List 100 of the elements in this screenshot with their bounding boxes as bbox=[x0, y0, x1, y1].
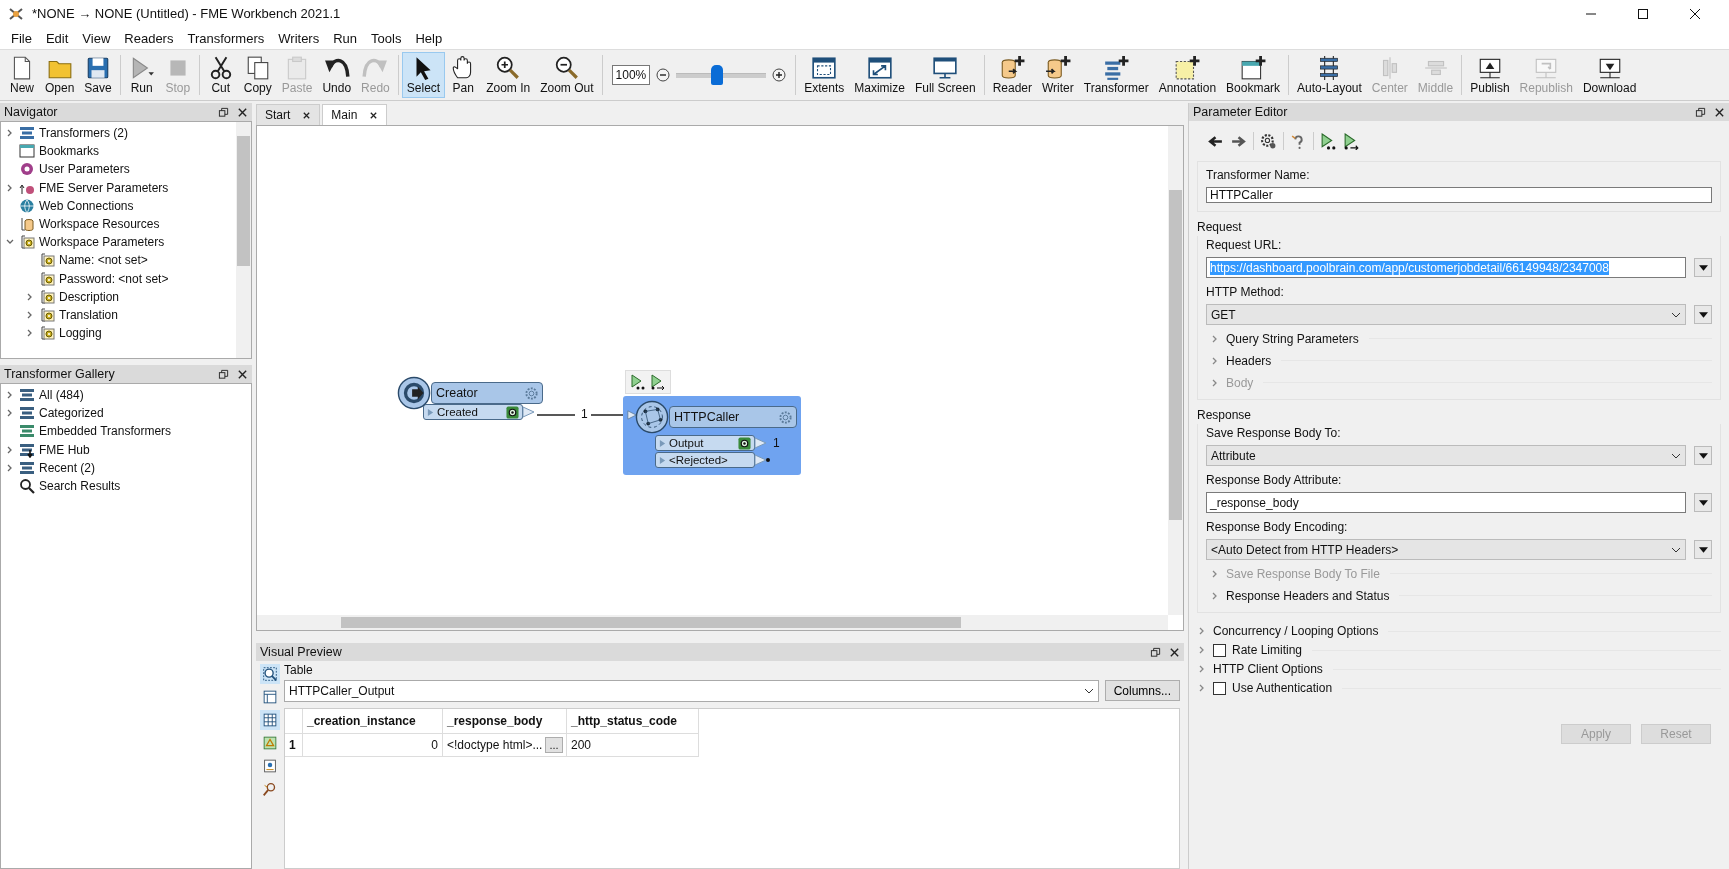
caret-icon[interactable] bbox=[1671, 452, 1681, 459]
zoom-slider[interactable] bbox=[676, 65, 767, 85]
close-icon[interactable] bbox=[1169, 646, 1180, 658]
scrollbar-thumb[interactable] bbox=[1169, 190, 1182, 520]
restore-icon[interactable] bbox=[218, 106, 229, 118]
section-label[interactable]: Concurrency / Looping Options bbox=[1213, 624, 1379, 638]
field-menu-button[interactable] bbox=[1694, 493, 1712, 512]
toolbar-button[interactable]: Publish bbox=[1465, 52, 1515, 98]
tree-item[interactable]: Name: <not set> bbox=[59, 253, 148, 268]
inspect-icon[interactable] bbox=[738, 436, 751, 450]
scrollbar[interactable] bbox=[236, 122, 251, 358]
dropdown[interactable]: GET bbox=[1206, 304, 1686, 325]
scrollbar[interactable] bbox=[257, 615, 1168, 630]
slider-thumb[interactable] bbox=[710, 65, 723, 85]
field-menu-button[interactable] bbox=[1694, 258, 1712, 277]
checkbox[interactable] bbox=[1213, 681, 1226, 695]
field-menu-button[interactable] bbox=[1694, 540, 1712, 559]
node-header[interactable]: Creator bbox=[431, 382, 543, 404]
toolbar-button[interactable]: Full Screen bbox=[909, 52, 981, 98]
tree-item[interactable]: Bookmarks bbox=[39, 144, 100, 159]
output-port[interactable]: Created bbox=[423, 404, 523, 420]
menu-item[interactable]: View bbox=[75, 30, 118, 46]
toolbar-button[interactable]: Maximize bbox=[849, 52, 910, 98]
transformer-name-field[interactable]: HTTPCaller bbox=[1206, 187, 1712, 203]
output-port[interactable]: <Rejected> bbox=[655, 452, 755, 468]
tree-item[interactable]: Description bbox=[59, 289, 120, 304]
tab[interactable]: Main bbox=[322, 104, 388, 125]
toolbar-button[interactable]: Annotation bbox=[1153, 52, 1222, 98]
menu-item[interactable]: Transformers bbox=[180, 30, 272, 46]
node-header[interactable]: HTTPCaller bbox=[669, 406, 797, 428]
tree-item[interactable]: FME Server Parameters bbox=[39, 180, 169, 195]
close-icon[interactable] bbox=[302, 110, 312, 120]
toolbar-button[interactable]: Auto-Layout bbox=[1292, 52, 1367, 98]
tree-item[interactable]: User Parameters bbox=[39, 162, 130, 177]
toolbar-button[interactable]: Cut bbox=[202, 52, 239, 98]
run-to-icon[interactable] bbox=[630, 374, 646, 390]
port-arrow-icon[interactable] bbox=[754, 454, 770, 466]
run-from-icon[interactable] bbox=[650, 374, 666, 390]
zoom-in-icon[interactable] bbox=[772, 68, 787, 82]
scrollbar[interactable] bbox=[1168, 126, 1183, 615]
toolbar-button[interactable]: Select bbox=[401, 52, 446, 98]
transformer-node[interactable]: Creator Created bbox=[397, 376, 547, 421]
toolbar-button[interactable]: New bbox=[4, 52, 40, 98]
menu-item[interactable]: Run bbox=[326, 30, 365, 46]
toolbar-button[interactable]: Download bbox=[1577, 52, 1642, 98]
source-dropdown[interactable]: HTTPCaller_Output bbox=[284, 680, 1099, 702]
toolbar-button[interactable]: Bookmark bbox=[1221, 52, 1286, 98]
collapsible-section[interactable]: Headers bbox=[1206, 352, 1712, 369]
tree-item[interactable]: Workspace Parameters bbox=[39, 235, 165, 250]
tree-item[interactable]: Recent (2) bbox=[39, 460, 96, 475]
tree-item[interactable]: Translation bbox=[59, 307, 118, 322]
checkbox[interactable] bbox=[1213, 643, 1226, 657]
caret-icon[interactable] bbox=[1083, 688, 1094, 694]
tree-item[interactable]: Password: <not set> bbox=[59, 271, 169, 286]
inspect-icon[interactable] bbox=[506, 405, 519, 419]
menu-item[interactable]: File bbox=[4, 30, 39, 46]
toolbar-button[interactable]: Transformer bbox=[1078, 52, 1154, 98]
toolbar-button[interactable]: Open bbox=[40, 52, 80, 98]
tree-item[interactable]: Workspace Resources bbox=[39, 217, 160, 232]
column-header[interactable]: _response_body bbox=[443, 709, 567, 734]
toolbar-button[interactable]: Undo bbox=[317, 52, 357, 98]
toolbar-button[interactable]: Run bbox=[123, 52, 160, 98]
menu-item[interactable]: Readers bbox=[117, 30, 181, 46]
menu-item[interactable]: Tools bbox=[364, 30, 409, 46]
tree-item[interactable]: Search Results bbox=[39, 479, 121, 494]
more-button[interactable]: ... bbox=[545, 737, 563, 753]
dropdown[interactable]: Attribute bbox=[1206, 445, 1686, 466]
caret-icon[interactable] bbox=[1671, 311, 1681, 318]
toolbar-button[interactable]: Extents bbox=[799, 52, 850, 98]
field-menu-button[interactable] bbox=[1694, 305, 1712, 324]
toolbar-button[interactable]: Reader bbox=[987, 52, 1037, 98]
restore-icon[interactable] bbox=[218, 368, 229, 380]
tree-item[interactable]: Embedded Transformers bbox=[39, 424, 172, 439]
tree-item[interactable]: Logging bbox=[59, 326, 102, 341]
dropdown[interactable]: <Auto Detect from HTTP Headers> bbox=[1206, 539, 1686, 560]
tree-item[interactable]: Web Connections bbox=[39, 198, 134, 213]
option-label[interactable]: Rate Limiting bbox=[1232, 643, 1303, 657]
restore-icon[interactable] bbox=[1150, 646, 1161, 658]
view-tool-icon[interactable] bbox=[260, 664, 280, 684]
field-menu-button[interactable] bbox=[1694, 446, 1712, 465]
menu-item[interactable]: Help bbox=[408, 30, 450, 46]
tab[interactable]: Start bbox=[256, 104, 321, 125]
run-from-icon[interactable] bbox=[1343, 132, 1360, 150]
columns-button[interactable]: Columns... bbox=[1104, 680, 1180, 701]
column-header[interactable]: _http_status_code bbox=[567, 709, 699, 734]
menu-item[interactable]: Edit bbox=[38, 30, 76, 46]
toolbar-button[interactable]: Copy bbox=[238, 52, 277, 98]
caret-icon[interactable] bbox=[1671, 546, 1681, 553]
toolbar-button[interactable]: Pan bbox=[445, 52, 482, 98]
scrollbar-thumb[interactable] bbox=[237, 136, 250, 266]
maximize-icon[interactable] bbox=[1637, 7, 1649, 20]
close-icon[interactable] bbox=[237, 368, 248, 380]
zoom-out-icon[interactable] bbox=[656, 68, 671, 82]
close-icon[interactable] bbox=[369, 110, 379, 120]
column-header[interactable]: _creation_instance bbox=[303, 709, 443, 734]
close-icon[interactable] bbox=[1714, 106, 1725, 118]
scrollbar-thumb[interactable] bbox=[341, 617, 961, 628]
toolbar-button[interactable]: Zoom In bbox=[481, 52, 536, 98]
toolbar-button[interactable]: Zoom Out bbox=[535, 52, 599, 98]
menu-item[interactable]: Writers bbox=[271, 30, 327, 46]
